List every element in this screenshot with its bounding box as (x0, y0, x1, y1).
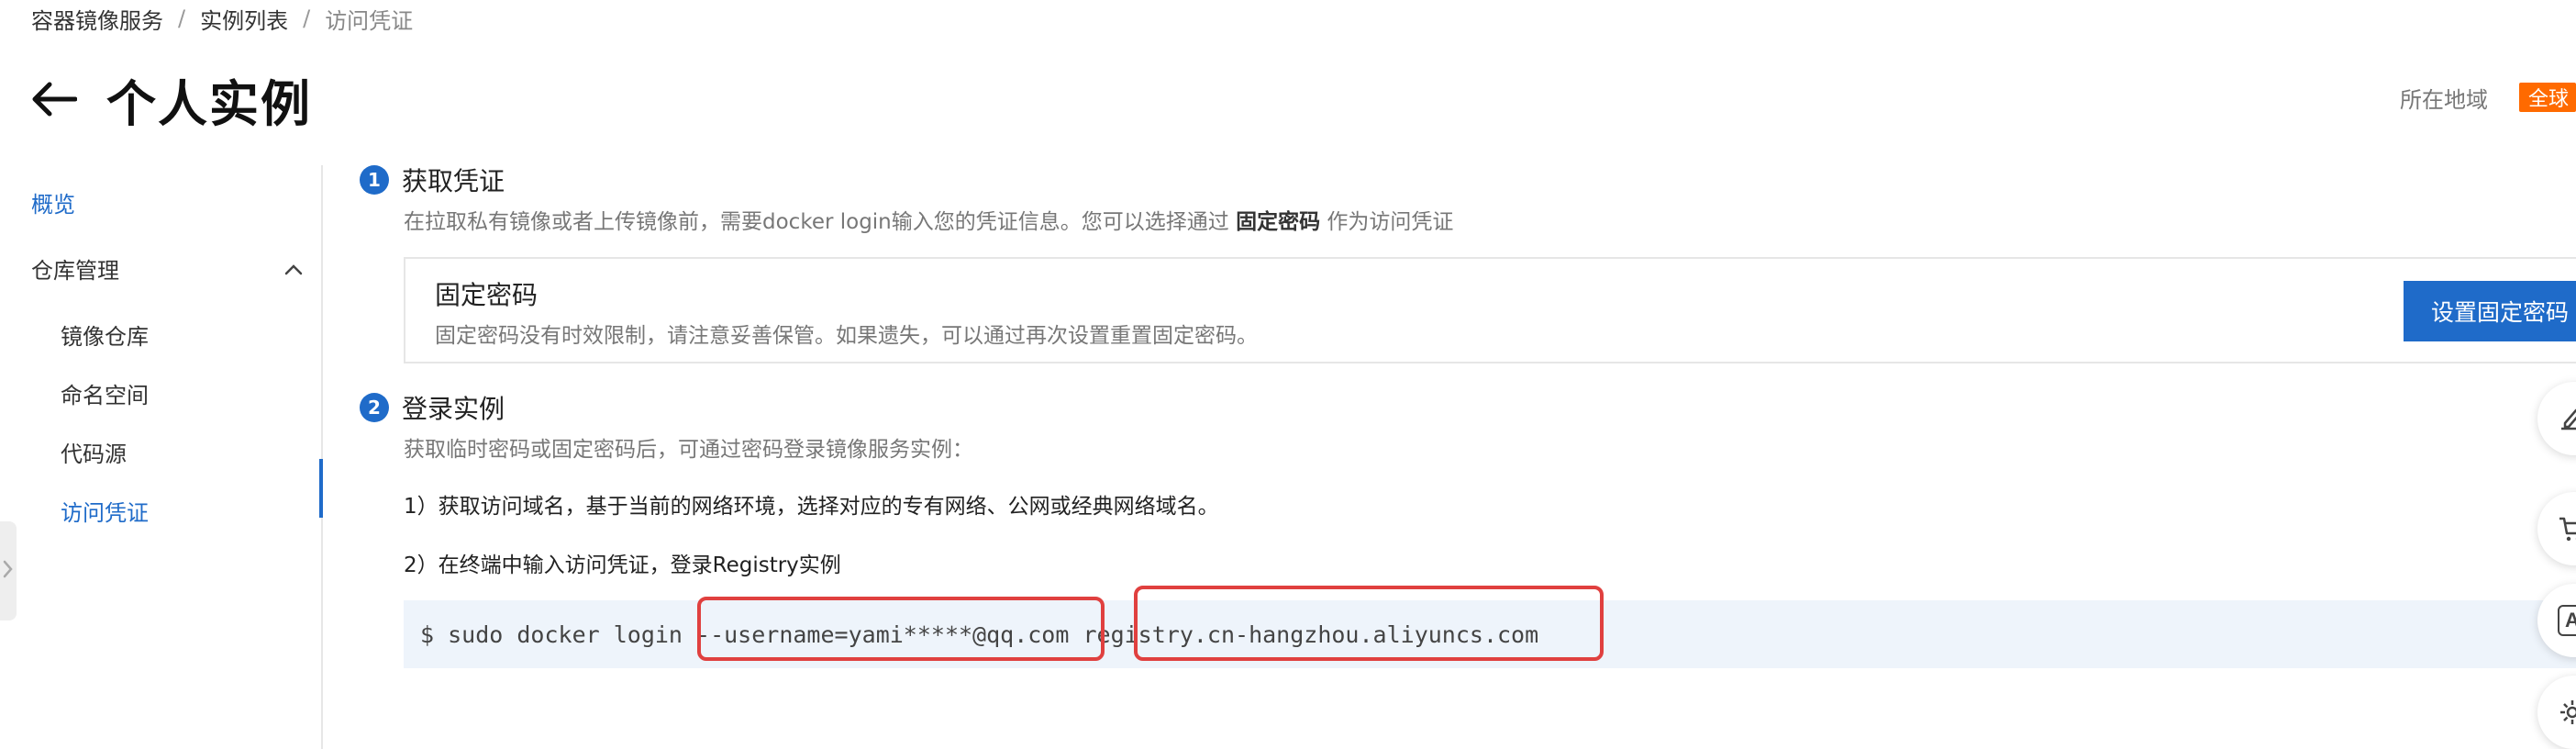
sidebar-item-overview[interactable]: 概览 (31, 184, 75, 220)
sidebar-item-code-sources[interactable]: 代码源 (61, 433, 127, 470)
step-get-credentials: 1 获取凭证 在拉取私有镜像或者上传镜像前，需要docker login输入您的… (360, 156, 2576, 376)
sidebar-item-namespaces[interactable]: 命名空间 (61, 374, 149, 411)
breadcrumb-access-credentials: 访问凭证 (325, 7, 414, 34)
sidebar-item-image-repos[interactable]: 镜像仓库 (61, 316, 149, 352)
step-login-instance: 2 登录实例 获取临时密码或固定密码后，可通过密码登录镜像服务实例： 1）获取访… (360, 384, 2576, 732)
step-description: 获取临时密码或固定密码后，可通过密码登录镜像服务实例： (404, 438, 973, 462)
arrow-left-icon[interactable] (28, 73, 79, 125)
step-number-badge: 2 (360, 393, 389, 422)
step-desc-bold: 固定密码 (1236, 210, 1321, 234)
breadcrumb-separator: / (178, 6, 186, 31)
sidebar-item-access-credentials[interactable]: 访问凭证 (61, 492, 149, 529)
breadcrumb: 容器镜像服务 / 实例列表 / 访问凭证 (31, 0, 413, 37)
card-title: 固定密码 (435, 280, 539, 310)
sidebar-group-repo-management[interactable]: 仓库管理 (31, 250, 303, 286)
sidebar: 概览 仓库管理 镜像仓库 命名空间 代码源 访问凭证 (0, 165, 323, 749)
sidebar-collapse-toggle[interactable] (0, 521, 17, 620)
api-label: API (2558, 605, 2576, 636)
step-desc-text: 在拉取私有镜像或者上传镜像前，需要docker login输入您的凭证信息。您可… (404, 210, 1237, 234)
fixed-password-card: 固定密码 固定密码没有时效限制，请注意妥善保管。如果遗失，可以通过再次设置重置固… (404, 257, 2576, 363)
step-desc-text: 作为访问凭证 (1320, 210, 1454, 234)
chevron-up-icon (284, 255, 303, 281)
login-command-code[interactable]: $ sudo docker login --username=yami*****… (404, 600, 2576, 668)
breadcrumb-container-registry[interactable]: 容器镜像服务 (31, 3, 163, 35)
page-header: 个人实例 (28, 62, 312, 136)
step-description: 在拉取私有镜像或者上传镜像前，需要docker login输入您的凭证信息。您可… (404, 204, 2576, 240)
main-content: 1 获取凭证 在拉取私有镜像或者上传镜像前，需要docker login输入您的… (360, 156, 2576, 732)
step-title: 获取凭证 (402, 166, 505, 196)
step-title: 登录实例 (402, 394, 505, 424)
set-fixed-password-button[interactable]: 设置固定密码 (2404, 281, 2576, 341)
sidebar-group-label: 仓库管理 (31, 257, 119, 284)
instruction-line: 2）在终端中输入访问凭证，登录Registry实例 (404, 553, 841, 577)
breadcrumb-instance-list[interactable]: 实例列表 (200, 3, 288, 35)
region-badge[interactable]: 全球 (2519, 83, 2576, 112)
page-title: 个人实例 (106, 74, 312, 133)
instruction-line: 1）获取访问域名，基于当前的网络环境，选择对应的专有网络、公网或经典网络域名。 (404, 495, 1219, 519)
region-selector: 所在地域 全球 (2400, 81, 2576, 114)
step-number-badge: 1 (360, 165, 389, 195)
region-label: 所在地域 (2400, 86, 2488, 113)
sidebar-divider (321, 165, 323, 749)
sidebar-active-indicator (319, 459, 323, 518)
chevron-right-icon (3, 560, 14, 582)
breadcrumb-separator: / (303, 6, 311, 31)
card-description: 固定密码没有时效限制，请注意妥善保管。如果遗失，可以通过再次设置重置固定密码。 (435, 324, 1258, 348)
